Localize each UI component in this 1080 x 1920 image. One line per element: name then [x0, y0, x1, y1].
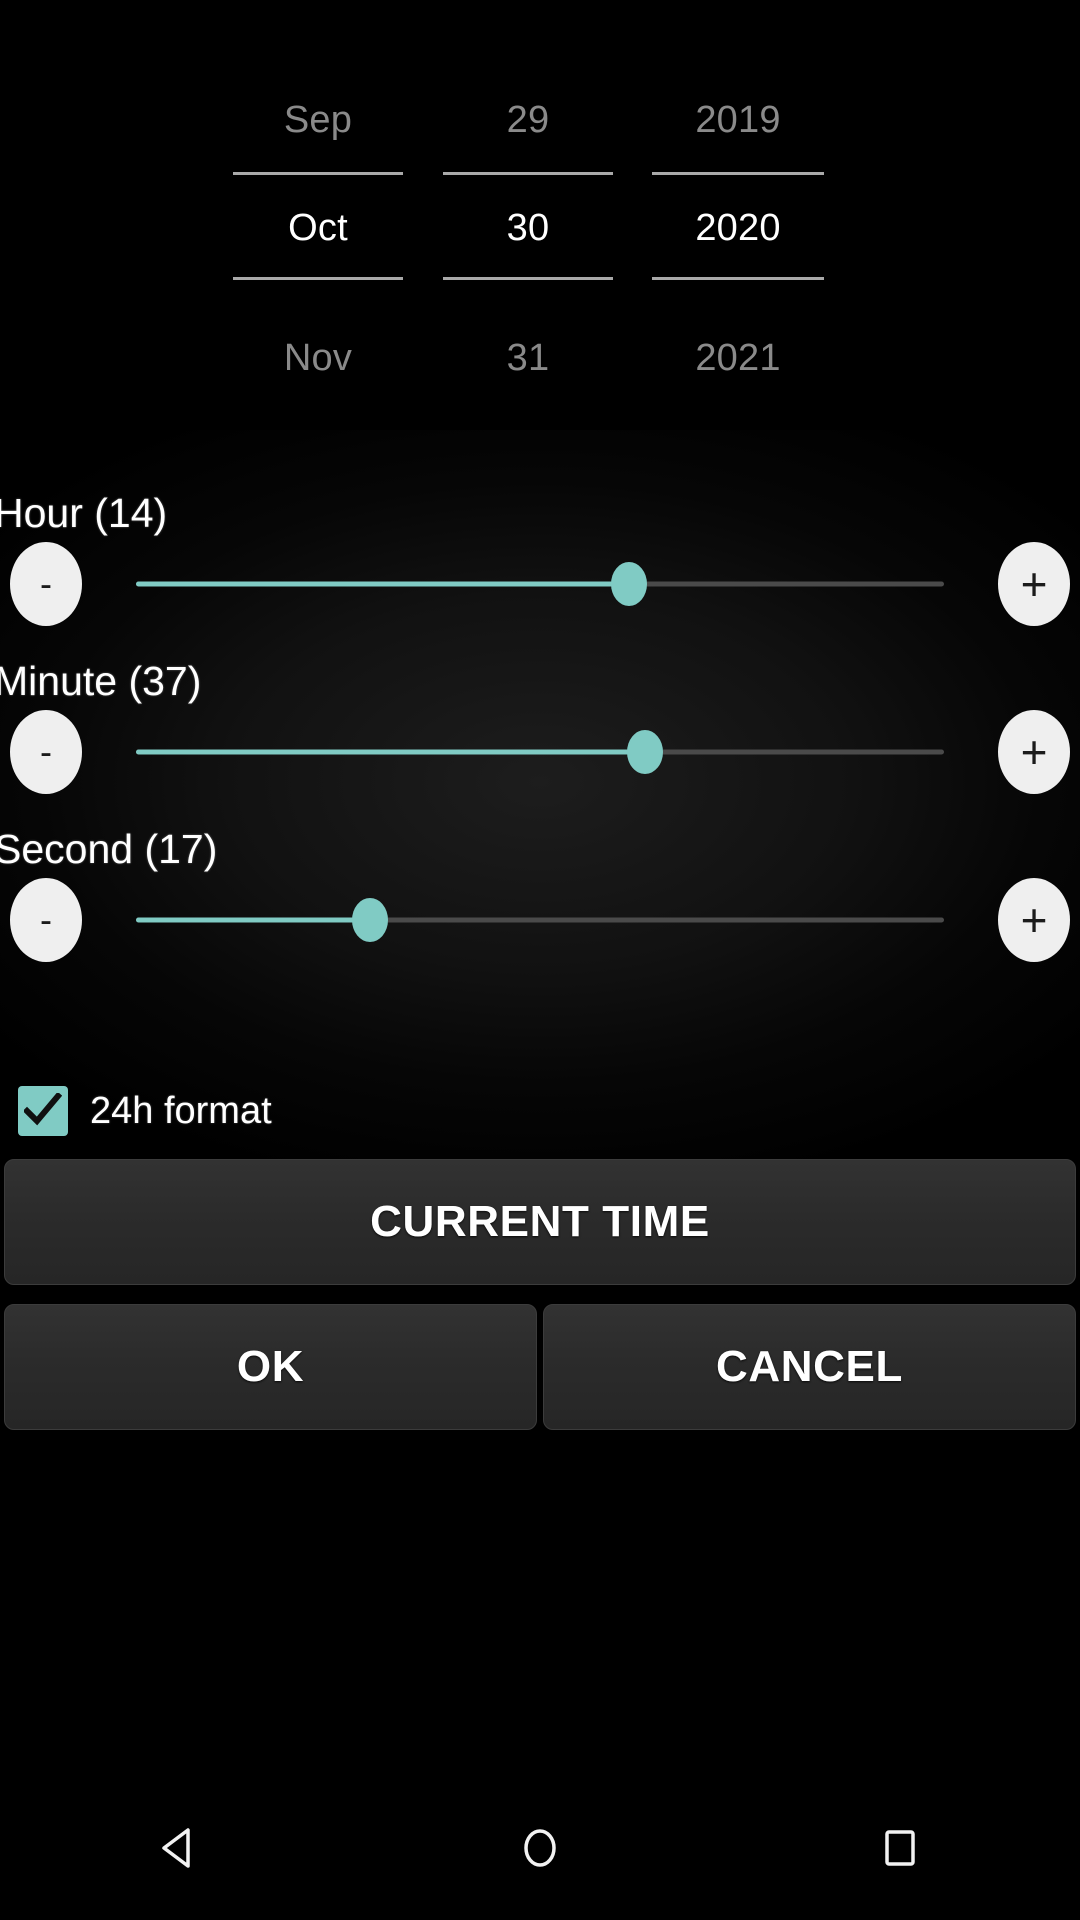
minute-label: Minute (37): [0, 658, 202, 704]
year-previous-value[interactable]: 2019: [608, 100, 868, 140]
month-next-value[interactable]: Nov: [223, 338, 413, 378]
current-time-button[interactable]: CURRENT TIME: [4, 1159, 1076, 1285]
minute-increment-button[interactable]: +: [998, 710, 1070, 794]
second-track-active: [136, 917, 371, 923]
minute-controls: - +: [0, 710, 1080, 794]
year-current-value[interactable]: 2020: [608, 208, 868, 248]
back-triangle-icon: [162, 1828, 190, 1868]
nav-recents-button[interactable]: [720, 1776, 1080, 1920]
day-divider-top: [443, 172, 613, 175]
second-slider[interactable]: [136, 878, 944, 962]
date-picker[interactable]: Sep Oct Nov 29 30 31 2019 2020 2021: [0, 0, 1080, 440]
hour-slider-thumb[interactable]: [610, 562, 647, 606]
recents-square-icon: [885, 1830, 915, 1866]
day-previous-value[interactable]: 29: [433, 100, 623, 140]
cancel-button[interactable]: CANCEL: [543, 1304, 1076, 1430]
hour-label: Hour (14): [0, 490, 168, 536]
second-controls: - +: [0, 878, 1080, 962]
second-decrement-button[interactable]: -: [10, 878, 82, 962]
minute-slider-thumb[interactable]: [627, 730, 664, 774]
date-picker-month-column[interactable]: Sep Oct Nov: [203, 0, 433, 440]
date-picker-year-column[interactable]: 2019 2020 2021: [623, 0, 853, 440]
minute-slider[interactable]: [136, 710, 944, 794]
month-divider-top: [233, 172, 403, 175]
minute-decrement-button[interactable]: -: [10, 710, 82, 794]
home-circle-icon: [524, 1829, 556, 1867]
nav-home-button[interactable]: [360, 1776, 720, 1920]
second-label: Second (17): [0, 826, 218, 872]
month-divider-bottom: [233, 277, 403, 280]
hour-increment-button[interactable]: +: [998, 542, 1070, 626]
check-icon: [24, 1093, 62, 1126]
hour-slider[interactable]: [136, 542, 944, 626]
format-checkbox-row[interactable]: 24h format: [0, 1075, 1080, 1147]
year-divider-top: [652, 172, 824, 175]
hour-decrement-button[interactable]: -: [10, 542, 82, 626]
android-navigation-bar: [0, 1776, 1080, 1920]
month-previous-value[interactable]: Sep: [223, 100, 413, 140]
24h-format-label: 24h format: [90, 1089, 272, 1132]
day-divider-bottom: [443, 277, 613, 280]
second-increment-button[interactable]: +: [998, 878, 1070, 962]
day-current-value[interactable]: 30: [433, 208, 623, 248]
minute-track-active: [136, 749, 646, 755]
year-divider-bottom: [652, 277, 824, 280]
24h-format-checkbox[interactable]: [18, 1086, 68, 1136]
ok-button[interactable]: OK: [4, 1304, 537, 1430]
day-next-value[interactable]: 31: [433, 338, 623, 378]
year-next-value[interactable]: 2021: [608, 338, 868, 378]
month-current-value[interactable]: Oct: [223, 208, 413, 248]
hour-track-active: [136, 581, 629, 587]
second-slider-thumb[interactable]: [352, 898, 389, 942]
hour-controls: - +: [0, 542, 1080, 626]
android-screen: Sep Oct Nov 29 30 31 2019 2020 2021 Hour…: [0, 0, 1080, 1920]
nav-back-button[interactable]: [0, 1776, 360, 1920]
